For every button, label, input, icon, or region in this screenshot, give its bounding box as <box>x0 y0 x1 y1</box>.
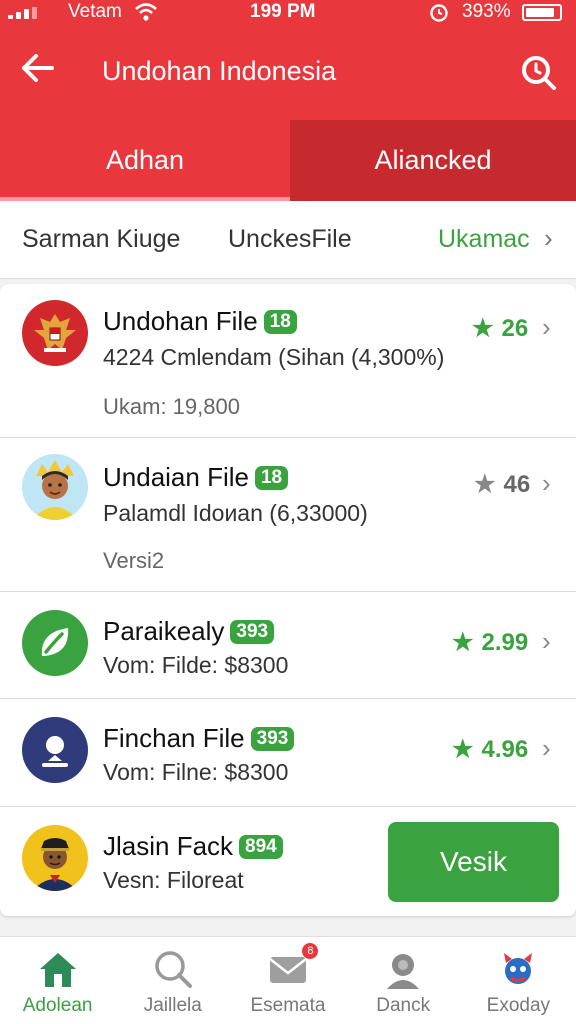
star-icon: ★ <box>472 315 494 342</box>
list-item[interactable]: Undohan File 18 4224 Cmlendam (Sihan (4,3… <box>0 284 576 438</box>
wifi-icon <box>134 1 158 29</box>
filter-bar: Sarman Kiuge UnckesFile Ukamac › <box>0 201 576 279</box>
item-badge: 393 <box>230 620 275 644</box>
file-list: Undohan File 18 4224 Cmlendam (Sihan (4,3… <box>0 284 576 916</box>
nav-label: Danck <box>376 995 431 1016</box>
item-name: Undohan File <box>103 306 258 336</box>
officer-avatar-icon <box>22 825 88 891</box>
chevron-right-icon[interactable]: › <box>542 312 551 343</box>
search-icon <box>151 947 195 991</box>
item-description: Vom: Filne: $8300 <box>103 759 289 785</box>
item-name: Undaian File <box>103 462 249 492</box>
nav-item-esemata[interactable]: 8 Esemata <box>230 937 345 1024</box>
filter-middle[interactable]: UnckesFile <box>228 225 352 254</box>
item-description: Vom: Filde: $8300 <box>103 652 289 678</box>
item-name: Finchan File <box>103 723 245 753</box>
carrier-name: Vetam <box>68 1 122 22</box>
list-item[interactable]: Paraikealy 393 Vom: Filde: $8300 ★ 2.99 › <box>0 592 576 699</box>
tab-aliancked[interactable]: Aliancked <box>290 120 576 201</box>
app-bar: Undohan Indonesia <box>0 28 576 120</box>
nav-label: Adolean <box>22 995 93 1016</box>
item-description: 4224 Cmlendam (Sihan (4,300%) <box>103 344 445 370</box>
tab-adhan[interactable]: Adhan <box>0 120 290 201</box>
home-icon <box>36 947 80 991</box>
tab-bar: Adhan Aliancked <box>0 120 576 201</box>
leaf-app-icon <box>22 610 88 676</box>
alarm-icon <box>428 1 450 28</box>
nav-item-exoday[interactable]: Exoday <box>461 937 576 1024</box>
item-description: Palamdl Idoиan (6,33000) <box>103 500 368 526</box>
clock: 199 PM <box>250 1 316 22</box>
nav-label: Jaillela <box>143 995 202 1016</box>
battery-icon <box>522 4 562 21</box>
list-item[interactable]: Finchan File 393 Vom: Filne: $8300 ★ 4.96 … <box>0 699 576 807</box>
item-rating: 4.96 <box>481 736 529 763</box>
item-rating: 2.99 <box>481 629 529 656</box>
item-rating: 46 <box>503 471 531 498</box>
item-badge: 393 <box>250 727 295 751</box>
notification-badge: 8 <box>302 943 319 959</box>
signal-icon <box>8 7 37 19</box>
chevron-right-icon[interactable]: › <box>544 223 553 254</box>
list-item[interactable]: Undaian File 18 Palamdl Idoиan (6,33000) … <box>0 438 576 592</box>
user-app-icon <box>22 717 88 783</box>
vesik-button[interactable]: Vesik <box>388 822 559 902</box>
filter-right[interactable]: Ukamac <box>438 225 530 254</box>
item-badge: 894 <box>239 835 283 859</box>
back-arrow-icon[interactable] <box>18 48 62 92</box>
person-avatar-icon <box>22 454 88 520</box>
status-bar: Vetam 199 PM 393% <box>0 0 576 28</box>
item-badge: 18 <box>254 466 289 490</box>
battery-percent: 393% <box>462 1 511 22</box>
item-name: Jlasin Fack <box>103 831 234 861</box>
star-icon: ★ <box>452 736 474 763</box>
filter-left[interactable]: Sarman Kiuge <box>22 225 180 254</box>
nav-item-adolean[interactable]: Adolean <box>0 937 115 1024</box>
item-detail: Versi2 <box>103 548 165 573</box>
item-detail: Ukam: 19,800 <box>103 394 240 419</box>
item-description: Vesn: Filoreat <box>103 867 244 893</box>
user-icon <box>381 947 425 991</box>
page-title: Undohan Indonesia <box>102 56 337 86</box>
mascot-icon <box>496 947 540 991</box>
nav-item-jaillela[interactable]: Jaillela <box>115 937 230 1024</box>
chevron-right-icon[interactable]: › <box>542 468 551 499</box>
item-name: Paraikealy <box>103 616 225 646</box>
search-icon[interactable] <box>518 52 558 92</box>
nav-item-danck[interactable]: Danck <box>346 937 461 1024</box>
item-badge: 18 <box>263 310 297 334</box>
chevron-right-icon[interactable]: › <box>542 626 551 657</box>
nav-label: Esemata <box>250 995 326 1016</box>
star-icon: ★ <box>452 629 474 656</box>
chevron-right-icon[interactable]: › <box>542 733 551 764</box>
bottom-nav: Adolean Jaillela 8 Esemata Danck Exoday <box>0 936 576 1024</box>
item-rating: 26 <box>501 315 529 342</box>
nav-label: Exoday <box>486 995 551 1016</box>
star-icon: ★ <box>474 471 496 498</box>
garuda-emblem-icon <box>22 300 88 366</box>
